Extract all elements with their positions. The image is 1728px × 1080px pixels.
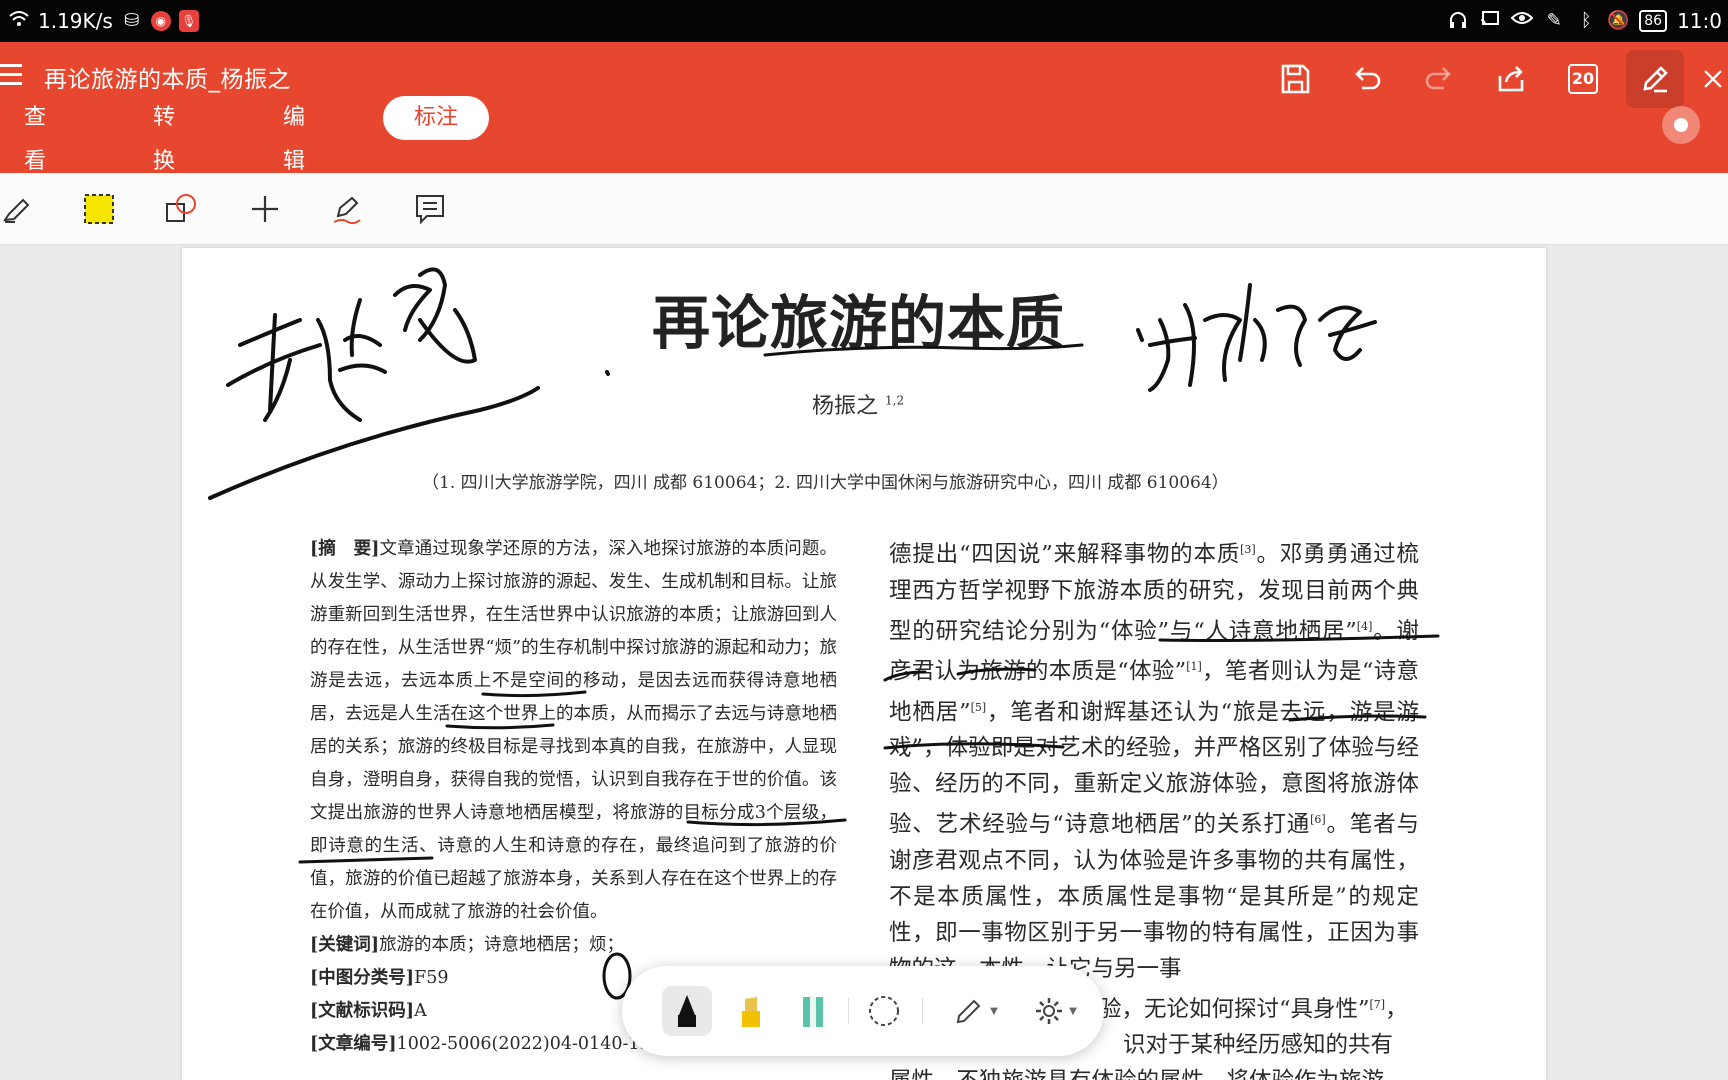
tab-edit[interactable]: 编辑 [283,96,305,174]
add-tool[interactable] [245,189,285,229]
share-icon [1498,66,1524,92]
page-count-badge: 20 [1568,64,1598,94]
annotate-pen-button[interactable] [1626,50,1684,108]
redo-button[interactable] [1410,50,1468,108]
paper-title: 再论旅游的本质 [652,289,1066,357]
highlighter-icon [2,198,30,223]
highlighter-tool[interactable] [0,189,38,229]
abstract-text: 文章通过现象学还原的方法，深入地探讨旅游的本质问题。从发生学、源动力上探讨旅游的… [310,539,837,922]
redo-icon [1425,67,1451,90]
citation: [7] [1369,997,1386,1011]
notification-app-icon: ◉ [150,11,171,31]
pen-settings-dropdown[interactable]: ▼ [1020,986,1090,1036]
close-icon [1704,70,1722,88]
divider [848,998,849,1024]
citation: [6] [1310,813,1326,826]
body-text: 识对于某种经历感知的共有 [1123,1032,1394,1058]
affiliation: （1. 四川大学旅游学院，四川 成都 610064；2. 四川大学中国休闲与旅游… [422,473,1229,493]
shapes-icon [166,194,196,222]
author-name: 杨振之 [812,394,879,419]
battery-indicator: 86 [1639,10,1668,32]
status-bar: 1.19K/s ⛁ ◉ 🎙 ✎ ᛒ 🔕 86 11:0 [0,0,1728,42]
body-text: 德提出“四因说”来解释事物的本质 [889,541,1241,568]
game-controller-icon: ⛁ [124,10,140,31]
divider [922,998,923,1024]
body-text: 验，无论如何探讨“具身性” [1099,996,1370,1022]
document-title: 再论旅游的本质_杨振之 [44,67,291,93]
tab-convert[interactable]: 转换 [153,96,175,174]
signature-pen-icon [333,196,361,225]
clc-value: F59 [414,968,449,988]
pdf-page: 再论旅游的本质 杨振之 1,2 （1. 四川大学旅游学院，四川 成都 61006… [182,248,1546,1080]
article-no-label: [文章编号] [310,1034,397,1054]
body-text: 属性，不独旅游具有体验的属性。将体验作为旅游 [889,1063,1419,1080]
chevron-down-icon: ▼ [990,1005,998,1017]
signature-tool[interactable] [327,189,367,229]
comment-icon [416,195,444,225]
ballpoint-pen-icon [678,995,696,1027]
keywords-text: 旅游的本质；诗意地栖居；烦； [379,935,625,955]
chevron-down-icon: ▼ [1069,1005,1077,1017]
pen-style-dropdown[interactable]: ▼ [940,986,1010,1036]
area-highlight-tool[interactable] [79,189,119,229]
keywords-label: [关键词] [310,935,380,955]
clc-label: [中图分类号] [310,968,415,988]
page-count-button[interactable]: 20 [1554,50,1612,108]
marker-tool[interactable] [726,986,776,1036]
marker-icon [742,997,760,1027]
share-button[interactable] [1482,50,1540,108]
tab-view[interactable]: 查看 [24,96,46,174]
article-no-value: 1002-5006(2022)04-0140-13 [396,1034,651,1054]
cast-icon [1479,10,1501,32]
citation: [1] [1186,660,1202,673]
annotation-toolbar [0,173,1728,245]
screen-record-button[interactable] [1662,106,1700,144]
citation: [5] [970,700,987,714]
abstract-label: [摘 要] [310,539,380,559]
lasso-icon [869,996,899,1026]
headphones-icon [1447,10,1469,32]
keywords-line: [关键词]旅游的本质；诗意地栖居；烦； [310,929,837,962]
wifi-icon [8,10,30,32]
abstract-paragraph: [摘 要]文章通过现象学还原的方法，深入地探讨旅游的本质问题。从发生学、源动力上… [310,533,837,929]
gear-icon [1036,998,1063,1024]
close-button[interactable] [1698,50,1728,108]
pen-edit-icon [956,999,981,1024]
eye-icon [1510,10,1534,32]
shape-tool[interactable] [161,189,201,229]
undo-button[interactable] [1338,50,1396,108]
citation: [3] [1240,543,1256,556]
bluetooth-icon: ᛒ [1580,10,1592,31]
undo-icon [1355,67,1381,90]
doc-code-label: [文献标识码] [310,1001,415,1021]
tab-annotate[interactable]: 标注 [383,96,489,140]
pen-icon [1643,66,1668,93]
network-speed: 1.19K/s [38,9,113,33]
menu-icon[interactable] [0,64,26,90]
save-button[interactable] [1266,50,1324,108]
mute-icon: 🔕 [1607,10,1630,31]
highlighter-pen-tool[interactable] [788,986,838,1036]
ballpoint-pen-tool[interactable] [662,986,712,1036]
clock: 11:0 [1677,9,1722,33]
microphone-icon: 🎙 [178,10,199,32]
comment-tool[interactable] [410,189,450,229]
app-header: 再论旅游的本质_杨振之 20 查看 转换 编辑 标注 [0,42,1728,174]
paper-author: 杨振之 1,2 [812,388,904,420]
record-icon [1674,118,1688,132]
stylus-icon: ✎ [1546,10,1562,31]
citation: [4] [1356,619,1373,633]
pen-palette: ▼ ▼ [622,966,1104,1056]
save-icon [1281,64,1310,94]
author-affiliation-marks: 1,2 [885,393,905,408]
plus-icon [252,196,278,222]
body-text: ， [1385,996,1408,1022]
doc-code-value: A [414,1001,427,1021]
lasso-select-tool[interactable] [859,986,909,1036]
highlighter-pen-icon [803,997,823,1027]
area-highlight-icon [84,194,114,224]
